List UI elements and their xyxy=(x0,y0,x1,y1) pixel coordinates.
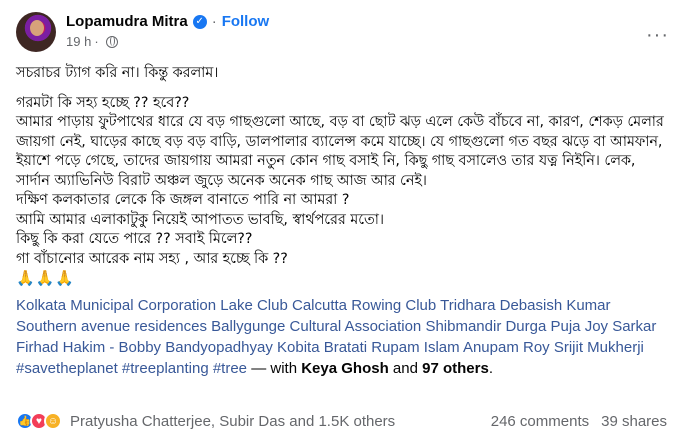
and-text: and xyxy=(388,359,423,377)
author-name[interactable]: Lopamudra Mitra xyxy=(66,12,188,32)
tag-link[interactable]: Southern avenue residences xyxy=(16,318,207,335)
shares-count[interactable]: 39 shares xyxy=(601,413,667,430)
tag-link[interactable]: Kobita xyxy=(277,339,320,356)
tag-link[interactable]: Lake Club Calcutta xyxy=(220,297,347,314)
verified-badge-icon: ✓ xyxy=(192,15,207,29)
tag-link[interactable]: Bratati xyxy=(324,339,367,356)
hashtag-link[interactable]: #tree xyxy=(213,360,247,377)
avatar[interactable] xyxy=(16,12,56,52)
tag-link[interactable]: Firhad Hakim - Bobby xyxy=(16,339,161,356)
tagged-person-link[interactable]: Keya Ghosh xyxy=(301,360,389,377)
comments-count[interactable]: 246 comments xyxy=(491,413,589,430)
tag-link[interactable]: Debasish Kumar xyxy=(500,297,611,314)
follow-button[interactable]: Follow xyxy=(222,12,270,32)
post-card: Lopamudra Mitra ✓ · Follow 19 h · ··· সচ… xyxy=(0,0,683,440)
tag-link[interactable]: Joy Sarkar xyxy=(585,318,657,335)
post-line-5: আমি আমার এলাকাটুকু নিয়েই আপাতত ভাবছি, স… xyxy=(16,211,384,228)
hashtag-link[interactable]: #treeplanting xyxy=(122,360,209,377)
post-line-6: কিছু কি করা যেতে পারে ?? সবাই মিলে?? xyxy=(16,231,253,247)
reaction-names[interactable]: Pratyusha Chatterjee, Subir Das and 1.5K… xyxy=(70,413,395,430)
post-time[interactable]: 19 h xyxy=(66,34,91,50)
post-body: সচরাচর ট্যাগ করি না। কিন্তু করলাম। গরমটা… xyxy=(16,64,670,379)
care-reaction-icon: ☺ xyxy=(44,412,62,430)
tag-link[interactable]: Bandyopadhyay xyxy=(165,339,273,356)
post-line-1: সচরাচর ট্যাগ করি না। কিন্তু করলাম। xyxy=(16,65,219,81)
tag-link[interactable]: Kolkata Municipal Corporation xyxy=(16,297,216,314)
tag-link[interactable]: Rupam Islam xyxy=(371,339,459,356)
separator-dot: · xyxy=(211,13,217,30)
tag-list: Kolkata Municipal Corporation Lake Club … xyxy=(16,295,670,379)
with-text: — with xyxy=(247,359,302,377)
post-line-7: গা বাঁচানোর আরেক নাম সহ্য , আর হচ্ছে কি … xyxy=(16,250,288,267)
tag-link[interactable]: Srijit Mukherji xyxy=(554,339,644,356)
tag-link[interactable]: Shibmandir Durga Puja xyxy=(425,318,580,335)
others-link[interactable]: 97 others xyxy=(422,360,489,377)
time-separator: · xyxy=(94,34,99,49)
period: . xyxy=(488,359,493,377)
post-line-3: আমার পাড়ায় ফুটপাথের ধারে যে বড় গাছগুল… xyxy=(16,114,664,189)
timestamp-row: 19 h · xyxy=(66,34,269,50)
post-footer: 👍 ♥ ☺ Pratyusha Chatterjee, Subir Das an… xyxy=(16,408,667,434)
post-stats: 246 comments 39 shares xyxy=(491,413,667,430)
tag-link[interactable]: Rowing Club Tridhara xyxy=(351,297,495,314)
post-line-2: গরমটা কি সহ্য হচ্ছে ?? হবে?? xyxy=(16,94,190,111)
more-options-button[interactable]: ··· xyxy=(646,25,669,45)
tag-link[interactable]: Anupam Roy xyxy=(463,339,550,356)
author-row: Lopamudra Mitra ✓ · Follow xyxy=(66,12,269,32)
post-meta: Lopamudra Mitra ✓ · Follow 19 h · xyxy=(66,12,269,50)
hashtag-link[interactable]: #savetheplanet xyxy=(16,360,118,377)
post-line-4: দক্ষিণ কলকাতার লেকে কি জঙ্গল বানাতে পারি… xyxy=(16,192,350,208)
tag-link[interactable]: Ballygunge Cultural Association xyxy=(211,318,421,335)
prayer-emojis: 🙏🙏🙏 xyxy=(16,269,76,287)
globe-icon xyxy=(105,36,118,48)
reaction-icons[interactable]: 👍 ♥ ☺ xyxy=(16,412,62,430)
post-header: Lopamudra Mitra ✓ · Follow 19 h · xyxy=(16,12,667,58)
